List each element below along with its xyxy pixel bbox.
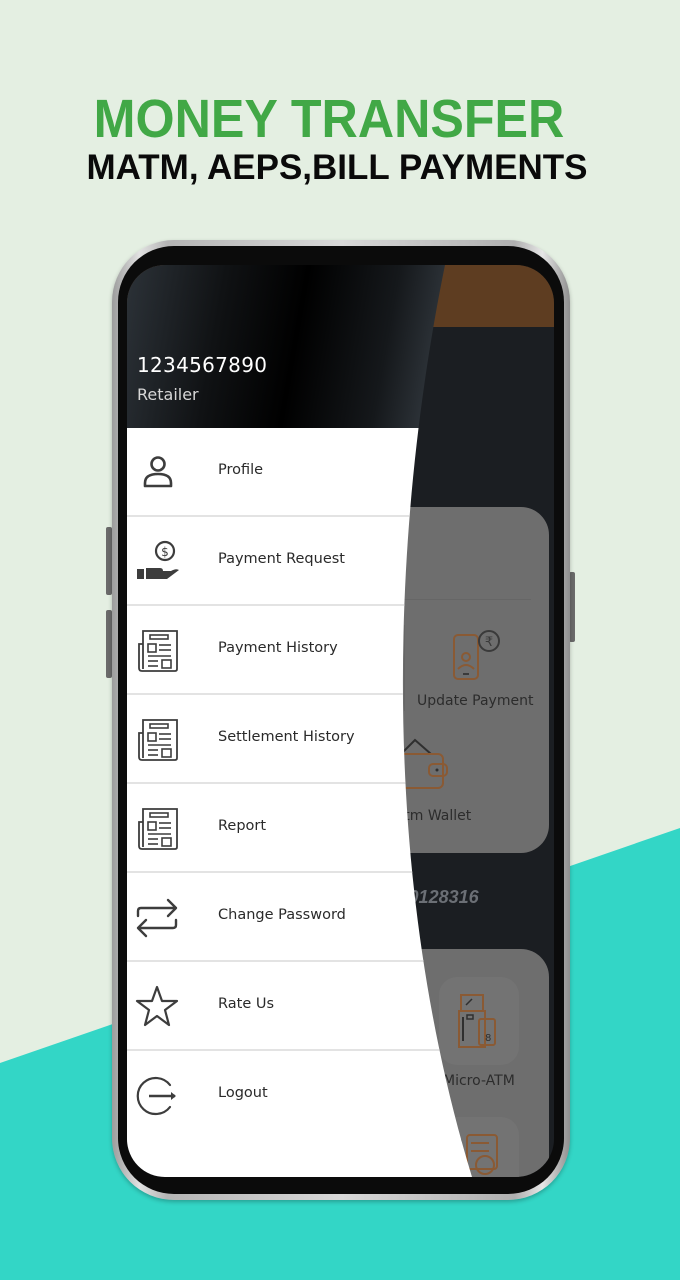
headline-subtitle: MATM, AEPS,BILL PAYMENTS <box>86 148 588 187</box>
menu-label: Report <box>218 818 267 834</box>
menu-label: Change Password <box>218 907 346 923</box>
menu-label: Settlement History <box>218 729 355 745</box>
micro-atm-label: Micro-ATM <box>443 1073 515 1089</box>
menu-item-profile[interactable]: Profile <box>127 428 554 517</box>
menu-label: Profile <box>218 462 264 478</box>
user-role: Retailer <box>137 385 199 404</box>
menu-label: Payment History <box>218 640 338 656</box>
newspaper-icon <box>135 628 181 674</box>
svg-text:8: 8 <box>485 1033 491 1044</box>
svg-text:₹: ₹ <box>485 635 493 650</box>
menu-label: Logout <box>218 1085 268 1101</box>
promo-headline: MONEY TRANSFER MATM, AEPS,BILL PAYMENTS <box>0 88 680 188</box>
headline-title: MONEY TRANSFER <box>93 89 565 149</box>
micro-atm-tile[interactable]: 8 <box>439 977 519 1065</box>
star-icon <box>135 984 181 1030</box>
vertical-divider <box>404 625 405 711</box>
menu-label: Rate Us <box>218 996 275 1012</box>
hand-money-icon: $ <box>135 539 181 585</box>
newspaper-icon <box>135 717 181 763</box>
tile-label: Update Payment <box>417 693 534 709</box>
user-id: 1234567890 <box>137 353 268 377</box>
phone-screen: ₹ Update Payment ytm Wallet ER: +91 7012… <box>127 265 554 1177</box>
svg-text:$: $ <box>161 545 169 559</box>
atm-machine-icon: 8 <box>458 994 496 1048</box>
swap-arrows-icon <box>135 895 181 941</box>
user-icon <box>135 450 181 496</box>
tile-update-payment[interactable]: ₹ Update Payment <box>405 605 545 725</box>
newspaper-icon <box>135 806 181 852</box>
menu-label: Payment Request <box>218 551 345 567</box>
phone-rupee-icon: ₹ <box>453 630 500 680</box>
logout-icon <box>135 1073 181 1119</box>
